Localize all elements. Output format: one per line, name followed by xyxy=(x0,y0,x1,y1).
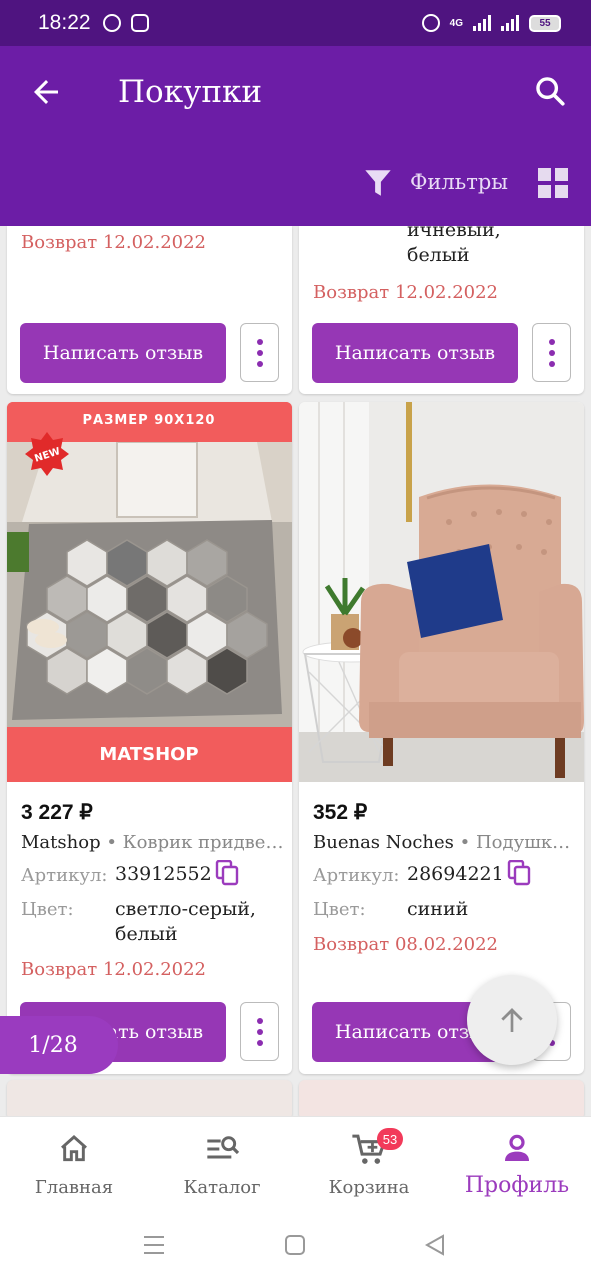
product-title[interactable]: Matshop • Коврик придве… xyxy=(21,832,283,853)
write-review-button[interactable]: Написать отзыв xyxy=(20,323,226,383)
image-footer-text: MATSHOP xyxy=(99,744,198,765)
nav-profile-label: Профиль xyxy=(464,1173,570,1198)
product-price: 352 ₽ xyxy=(313,801,368,824)
nav-catalog[interactable]: Каталог xyxy=(148,1117,296,1211)
profile-icon xyxy=(505,1134,529,1161)
nav-catalog-label: Каталог xyxy=(183,1177,261,1198)
arrow-up-icon xyxy=(501,1008,523,1032)
product-card-top-left[interactable]: Возврат 12.02.2022 Написать отзыв xyxy=(7,226,292,394)
color-value: ичневый, белый xyxy=(407,226,501,266)
filters-button[interactable]: Фильтры xyxy=(410,170,508,194)
nav-cart-label: Корзина xyxy=(328,1177,410,1198)
alarm-icon xyxy=(421,14,440,32)
brand-name: Matshop xyxy=(21,832,101,853)
whatsapp-icon xyxy=(102,14,121,32)
product-title[interactable]: Buenas Noches • Подушк… xyxy=(313,832,575,853)
battery-icon: 55 xyxy=(529,14,561,32)
armchair-photo xyxy=(299,402,584,782)
filter-icon[interactable] xyxy=(364,168,392,198)
app-bar: Покупки Фильтры xyxy=(0,46,591,226)
return-date: Возврат 08.02.2022 xyxy=(313,934,499,955)
color-label: Цвет: xyxy=(21,899,74,920)
article-label: Артикул: xyxy=(21,865,108,886)
grid-view-icon[interactable] xyxy=(538,168,568,198)
brand-name: Buenas Noches xyxy=(313,832,454,853)
system-navigation-bar xyxy=(0,1210,591,1280)
cart-count-badge: 53 xyxy=(377,1128,403,1150)
home-icon xyxy=(61,1135,87,1162)
product-card-next-left[interactable] xyxy=(7,1080,292,1120)
copy-icon[interactable] xyxy=(215,860,239,886)
product-price: 3 227 ₽ xyxy=(21,801,93,824)
back-arrow-icon[interactable] xyxy=(28,74,64,110)
nav-home[interactable]: Главная xyxy=(0,1117,148,1211)
instagram-icon xyxy=(130,14,149,32)
back-system-icon[interactable] xyxy=(424,1234,446,1256)
search-icon[interactable] xyxy=(533,74,567,108)
product-card-next-right[interactable] xyxy=(299,1080,584,1120)
color-value: синий xyxy=(407,898,469,920)
product-image[interactable] xyxy=(299,402,584,782)
nav-cart[interactable]: Корзина xyxy=(295,1117,443,1211)
more-options-button[interactable] xyxy=(240,323,279,382)
signal-icon xyxy=(473,15,491,31)
recent-apps-icon[interactable] xyxy=(142,1234,166,1256)
page-indicator: 1/28 xyxy=(0,1016,118,1074)
scroll-to-top-button[interactable] xyxy=(467,975,557,1065)
return-date: Возврат 12.02.2022 xyxy=(21,232,207,253)
product-image[interactable]: РАЗМЕР 90Х120 NEW MATSHOP xyxy=(7,402,292,782)
article-value: 28694221 xyxy=(407,863,504,885)
signal-icon-2 xyxy=(501,15,519,31)
product-name: • Подушк… xyxy=(459,832,571,853)
doormat-photo: РАЗМЕР 90Х120 NEW MATSHOP xyxy=(7,402,292,782)
page-title: Покупки xyxy=(118,74,263,110)
color-label: Цвет: xyxy=(313,899,366,920)
more-options-button[interactable] xyxy=(532,323,571,382)
product-name: • Коврик придве… xyxy=(106,832,283,853)
network-type: 4G xyxy=(449,17,463,29)
write-review-button[interactable]: Написать отзыв xyxy=(312,323,518,383)
return-date: Возврат 12.02.2022 xyxy=(313,282,499,303)
nav-profile[interactable]: Профиль xyxy=(443,1117,591,1211)
more-options-button[interactable] xyxy=(240,1002,279,1061)
return-date: Возврат 12.02.2022 xyxy=(21,959,207,980)
image-header-text: РАЗМЕР 90Х120 xyxy=(83,413,216,428)
article-label: Артикул: xyxy=(313,865,400,886)
home-system-icon[interactable] xyxy=(284,1234,306,1256)
article-value: 33912552 xyxy=(115,863,212,885)
nav-home-label: Главная xyxy=(34,1177,114,1198)
product-card-buenas-noches[interactable]: 352 ₽ Buenas Noches • Подушк… Артикул: 2… xyxy=(299,402,584,1074)
catalog-search-icon xyxy=(207,1136,240,1159)
status-bar: 18:22 4G 55 xyxy=(0,0,591,46)
product-card-matshop[interactable]: РАЗМЕР 90Х120 NEW MATSHOP 3 227 ₽ Matsho… xyxy=(7,402,292,1074)
color-value: светло-серый, белый xyxy=(115,898,256,945)
status-time: 18:22 xyxy=(38,11,91,34)
copy-icon[interactable] xyxy=(507,860,531,886)
bottom-navigation: Главная Каталог Корзина Профиль xyxy=(0,1116,591,1210)
product-card-top-right[interactable]: ичневый, белый Возврат 12.02.2022 Написа… xyxy=(299,226,584,394)
